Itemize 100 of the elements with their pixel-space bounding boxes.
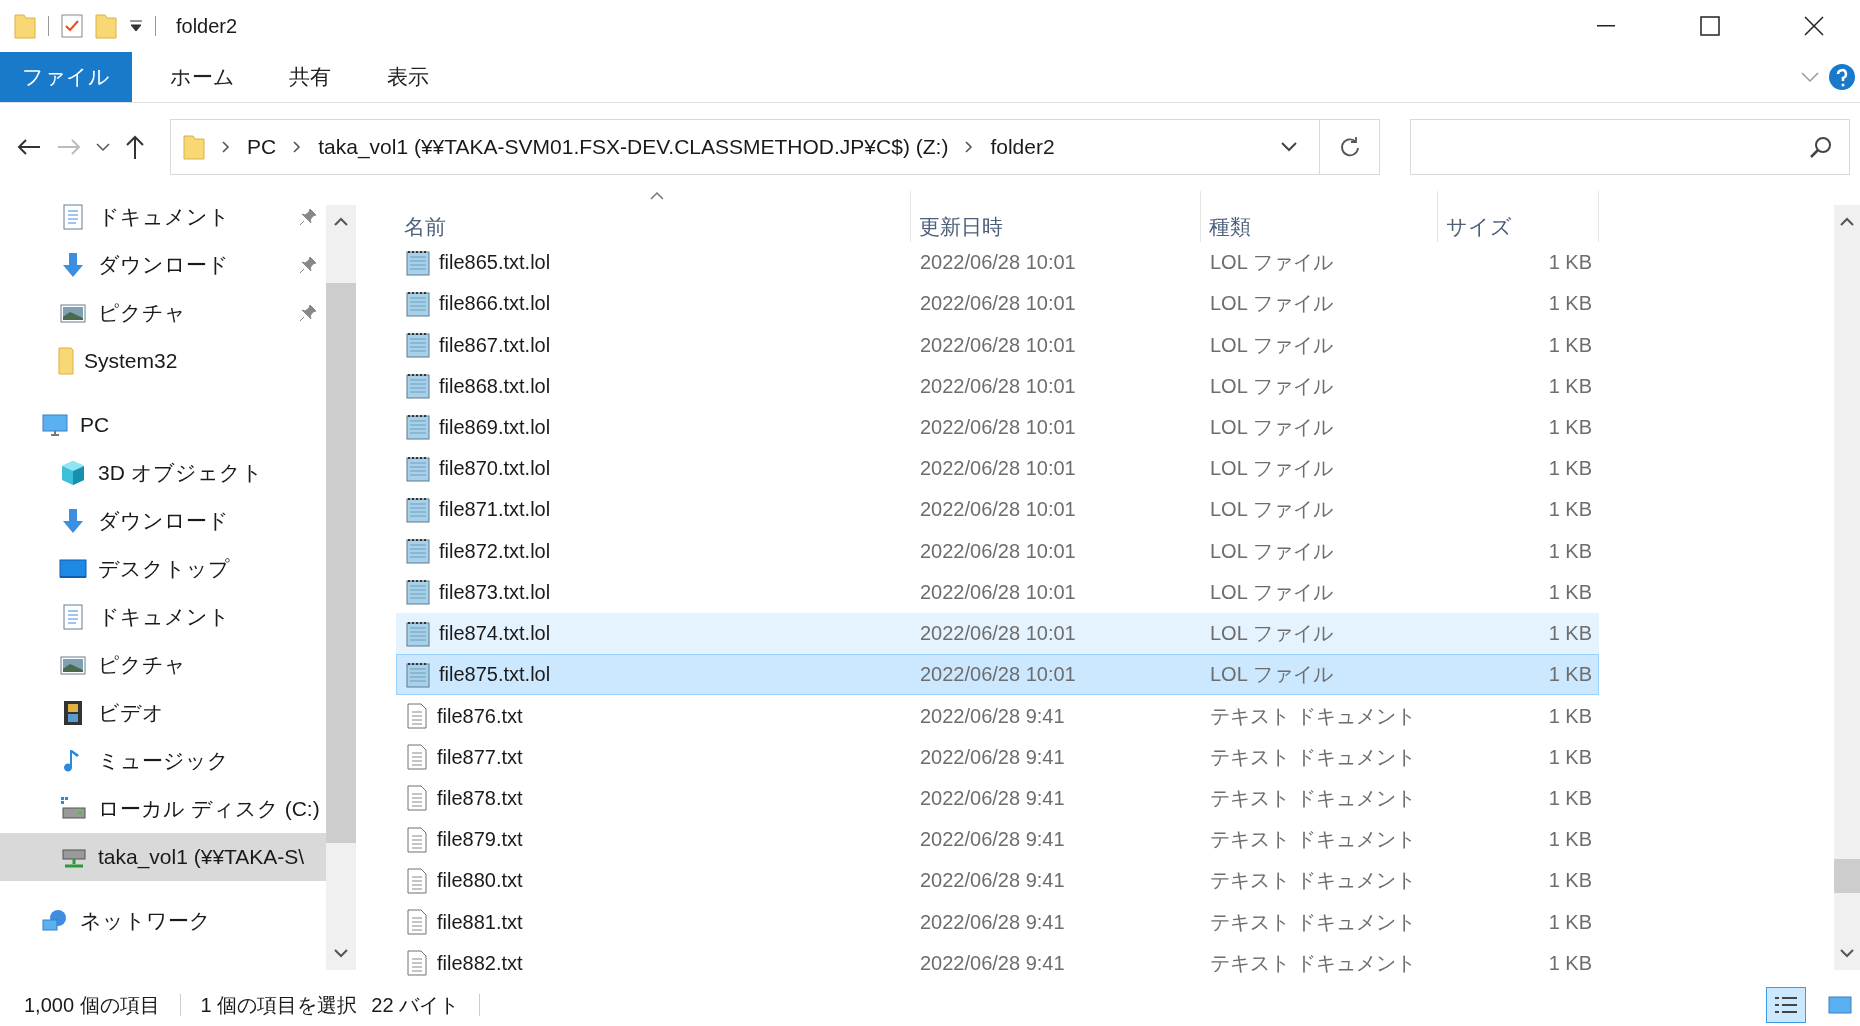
column-header[interactable]: 種類 — [1201, 191, 1438, 242]
file-name: file877.txt — [437, 745, 523, 769]
file-type: LOL ファイル — [1209, 579, 1334, 605]
file-size: 1 KB — [1547, 663, 1593, 687]
details-view-button[interactable] — [1766, 987, 1806, 1023]
sidebar-item[interactable]: ローカル ディスク (C:) — [0, 785, 326, 833]
modified-date: 2022/06/28 10:01 — [919, 457, 1077, 481]
file-row[interactable]: file869.txt.lol 2022/06/28 10:01 LOL ファイル 1 KB — [396, 406, 1599, 449]
file-row[interactable]: file872.txt.lol 2022/06/28 10:01 LOL ファイル 1 KB — [396, 530, 1599, 572]
file-size: 1 KB — [1547, 910, 1593, 934]
file-row[interactable]: file879.txt 2022/06/28 9:41 テキスト ドキュメント 1 KB — [396, 819, 1599, 861]
sidebar-item[interactable]: ピクチャ — [0, 641, 326, 689]
minimize-icon — [1597, 25, 1615, 27]
modified-date: 2022/06/28 9:41 — [919, 828, 1066, 852]
window-title: folder2 — [176, 14, 239, 38]
file-name: file867.txt.lol — [439, 333, 551, 357]
sidebar-item[interactable]: ミュージック — [0, 737, 326, 785]
sidebar-item[interactable]: ネットワーク — [0, 897, 326, 945]
modified-date: 2022/06/28 10:01 — [919, 251, 1077, 275]
file-type: LOL ファイル — [1209, 621, 1334, 647]
file-size: 1 KB — [1547, 292, 1593, 316]
modified-date: 2022/06/28 10:01 — [919, 663, 1077, 687]
file-row[interactable]: file868.txt.lol 2022/06/28 10:01 LOL ファイル 1 KB — [396, 365, 1599, 407]
file-row[interactable]: file876.txt 2022/06/28 9:41 テキスト ドキュメント 1 KB — [396, 695, 1599, 737]
scrollbar-thumb[interactable] — [1834, 859, 1860, 893]
file-row[interactable]: file865.txt.lol 2022/06/28 10:01 LOL ファイル 1 KB — [396, 242, 1599, 284]
ribbon-tab[interactable]: 表示 — [363, 52, 453, 102]
sidebar-item[interactable]: PC — [0, 401, 326, 449]
column-header[interactable]: サイズ — [1438, 191, 1599, 242]
file-row[interactable]: file877.txt 2022/06/28 9:41 テキスト ドキュメント 1 KB — [396, 736, 1599, 778]
chevron-icon — [964, 140, 975, 154]
text-file-icon — [405, 825, 429, 854]
file-size: 1 KB — [1547, 374, 1593, 398]
sidebar-item[interactable]: ドキュメント — [0, 193, 326, 241]
chevron-down-icon — [96, 142, 110, 152]
file-name: file872.txt.lol — [439, 539, 551, 563]
sidebar-item[interactable]: taka_vol1 (¥¥TAKA-S\ — [0, 833, 326, 881]
file-row[interactable]: file870.txt.lol 2022/06/28 10:01 LOL ファイル 1 KB — [396, 448, 1599, 490]
file-row[interactable]: file866.txt.lol 2022/06/28 10:01 LOL ファイル 1 KB — [396, 283, 1599, 325]
folder-icon — [14, 13, 36, 39]
breadcrumb[interactable]: PC — [247, 135, 277, 159]
sidebar-item[interactable]: 3D オブジェクト — [0, 449, 326, 497]
up-arrow-icon — [124, 134, 146, 160]
file-size: 1 KB — [1547, 786, 1593, 810]
sidebar-item[interactable]: ダウンロード — [0, 241, 326, 289]
pin-icon — [298, 255, 318, 275]
ribbon-tab[interactable]: 共有 — [265, 52, 355, 102]
sidebar-item[interactable]: デスクトップ — [0, 545, 326, 593]
ribbon-tab[interactable]: ホーム — [148, 52, 257, 102]
file-size: 1 KB — [1547, 539, 1593, 563]
sort-ascending-icon — [649, 191, 665, 201]
dropdown-icon[interactable] — [129, 19, 143, 33]
file-type: テキスト ドキュメント — [1209, 909, 1417, 935]
item-count: 1,000 個の項目 — [24, 992, 160, 1018]
file-row[interactable]: file882.txt 2022/06/28 9:41 テキスト ドキュメント 1 KB — [396, 942, 1599, 984]
sidebar-item[interactable]: ピクチャ — [0, 289, 326, 337]
sidebar-item[interactable]: ビデオ — [0, 689, 326, 737]
file-menu-button[interactable]: ファイル — [0, 52, 132, 102]
search-field[interactable] — [1410, 119, 1850, 175]
modified-date: 2022/06/28 9:41 — [919, 704, 1066, 728]
address-bar[interactable]: PC taka_vol1 (¥¥TAKA-SVM01.FSX-DEV.CLASSMETHOD.JP¥C$) (Z:) folder2 — [170, 119, 1380, 175]
modified-date: 2022/06/28 10:01 — [919, 292, 1077, 316]
sidebar-item[interactable]: System32 — [0, 337, 326, 385]
file-list-scrollbar[interactable] — [1834, 205, 1860, 970]
file-size: 1 KB — [1547, 580, 1593, 604]
file-name: file881.txt — [437, 910, 523, 934]
breadcrumb[interactable]: folder2 — [990, 135, 1055, 159]
file-row[interactable]: file881.txt 2022/06/28 9:41 テキスト ドキュメント 1 KB — [396, 901, 1599, 943]
file-name: file874.txt.lol — [439, 622, 551, 646]
file-row[interactable]: file878.txt 2022/06/28 9:41 テキスト ドキュメント 1 KB — [396, 777, 1599, 820]
file-row[interactable]: file871.txt.lol 2022/06/28 10:01 LOL ファイル 1 KB — [396, 489, 1599, 531]
text-file-icon — [405, 743, 429, 772]
notepad-file-icon — [405, 372, 431, 401]
file-name: file876.txt — [437, 704, 523, 728]
file-row[interactable]: file875.txt.lol 2022/06/28 10:01 LOL ファイル 1 KB — [396, 654, 1599, 696]
file-size: 1 KB — [1547, 498, 1593, 522]
file-row[interactable]: file867.txt.lol 2022/06/28 10:01 LOL ファイル 1 KB — [396, 324, 1599, 366]
sidebar-scrollbar[interactable] — [326, 205, 356, 970]
column-header[interactable]: 名前 — [396, 191, 911, 242]
notepad-file-icon — [405, 578, 431, 607]
sidebar-item[interactable]: ドキュメント — [0, 593, 326, 641]
notepad-file-icon — [405, 331, 431, 360]
up-chevron-icon — [333, 217, 349, 227]
file-row[interactable]: file873.txt.lol 2022/06/28 10:01 LOL ファイル 1 KB — [396, 571, 1599, 613]
breadcrumb[interactable]: taka_vol1 (¥¥TAKA-SVM01.FSX-DEV.CLASSMETHOD.JP¥C$) (Z:) — [318, 135, 949, 159]
column-header[interactable]: 更新日時 — [911, 191, 1201, 242]
file-row[interactable]: file874.txt.lol 2022/06/28 10:01 LOL ファイル 1 KB — [396, 612, 1599, 655]
file-type: テキスト ドキュメント — [1209, 950, 1417, 976]
file-name: file875.txt.lol — [439, 663, 551, 687]
file-size: 1 KB — [1547, 251, 1593, 275]
up-chevron-icon — [1839, 217, 1855, 227]
selection-size: 22 バイト — [371, 992, 460, 1018]
scrollbar-thumb[interactable] — [326, 283, 356, 843]
file-name: file871.txt.lol — [439, 498, 551, 522]
file-row[interactable]: file880.txt 2022/06/28 9:41 テキスト ドキュメント 1 KB — [396, 860, 1599, 902]
chevron-icon — [292, 140, 303, 154]
help-icon — [1828, 63, 1856, 91]
folder-icon — [95, 13, 117, 39]
sidebar-item[interactable]: ダウンロード — [0, 497, 326, 545]
refresh-icon — [1338, 136, 1361, 158]
